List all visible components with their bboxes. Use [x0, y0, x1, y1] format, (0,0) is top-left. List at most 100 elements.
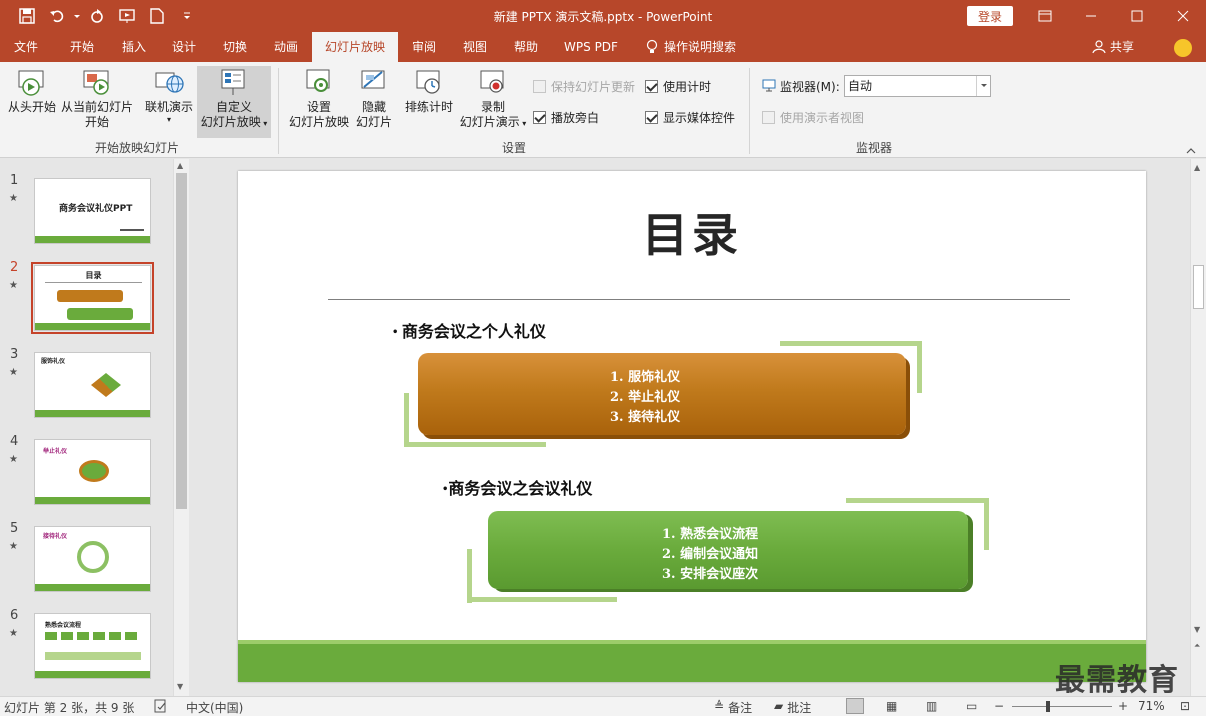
- previous-slide-icon[interactable]: ⏶: [1194, 641, 1200, 651]
- language-status[interactable]: 中文(中国): [186, 699, 243, 716]
- thumbnail-diagram: [77, 541, 109, 573]
- animation-star-icon: ★: [9, 367, 18, 378]
- slide-thumbnail[interactable]: 接待礼仪: [34, 526, 151, 592]
- thumbnail-decoration: [120, 229, 144, 231]
- list-item: 1. 熟悉会议流程: [662, 527, 759, 542]
- zoom-in-icon[interactable]: +: [1118, 699, 1128, 713]
- undo-icon[interactable]: [42, 0, 72, 32]
- title-bar: 新建 PPTX 演示文稿.pptx - PowerPoint 登录: [0, 0, 1206, 32]
- record-slideshow-label-2-wrap: 幻灯片演示 ▾: [456, 115, 530, 131]
- tab-file[interactable]: 文件: [0, 32, 52, 62]
- ribbon-display-options-icon[interactable]: [1022, 0, 1068, 32]
- slide-thumbnail[interactable]: 服饰礼仪: [34, 352, 151, 418]
- slide-thumbnail[interactable]: 举止礼仪: [34, 439, 151, 505]
- hide-slide-button[interactable]: 隐藏 幻灯片: [352, 68, 396, 130]
- tab-transitions[interactable]: 切换: [210, 32, 260, 62]
- save-icon[interactable]: [12, 0, 42, 32]
- section2-panel[interactable]: 1. 熟悉会议流程 2. 编制会议通知 3. 安排会议座次: [488, 511, 968, 589]
- fit-slide-icon[interactable]: ⊡: [1180, 699, 1190, 713]
- notes-icon: ≜: [714, 699, 725, 713]
- scroll-down-icon[interactable]: ▼: [1194, 625, 1200, 634]
- zoom-slider[interactable]: [1012, 701, 1112, 712]
- from-beginning-button[interactable]: 从头开始: [4, 68, 60, 115]
- record-slideshow-label-1: 录制: [480, 100, 505, 114]
- tab-slideshow[interactable]: 幻灯片放映: [312, 32, 398, 62]
- slide-sorter-icon[interactable]: ▦: [886, 699, 897, 713]
- reading-view-icon[interactable]: ▥: [926, 699, 937, 713]
- custom-slideshow-label-1: 自定义: [215, 100, 252, 114]
- custom-slideshow-button[interactable]: 自定义 幻灯片放映 ▾: [197, 66, 271, 138]
- setup-slideshow-label-2: 幻灯片放映: [288, 115, 349, 129]
- section1-list: 1. 服饰礼仪 2. 举止礼仪 3. 接待礼仪: [610, 368, 680, 428]
- record-slideshow-button[interactable]: 录制 幻灯片演示 ▾: [456, 68, 530, 131]
- notes-button[interactable]: ≜ 备注: [714, 699, 752, 716]
- slide-thumbnail[interactable]: 熟悉会议流程: [34, 613, 151, 679]
- scroll-thumb[interactable]: [176, 173, 187, 509]
- presenter-view-box: [762, 111, 775, 124]
- use-timings-label: 使用计时: [663, 80, 712, 94]
- use-timings-checkbox[interactable]: 使用计时: [645, 78, 711, 95]
- tab-animations[interactable]: 动画: [260, 32, 312, 62]
- scroll-up-icon[interactable]: ▲: [1194, 163, 1200, 172]
- list-item: 2. 编制会议通知: [662, 547, 759, 562]
- scroll-down-icon[interactable]: ▼: [177, 682, 183, 691]
- tab-view[interactable]: 视图: [450, 32, 500, 62]
- redo-icon[interactable]: [82, 0, 112, 32]
- rehearse-timings-button[interactable]: 排练计时: [400, 68, 458, 115]
- thumbnail-green-bar: [35, 410, 150, 417]
- slide-thumbnail[interactable]: 目录: [31, 262, 154, 334]
- tab-home[interactable]: 开始: [56, 32, 108, 62]
- from-current-button[interactable]: 从当前幻灯片 开始: [60, 68, 134, 130]
- normal-view-icon[interactable]: [846, 698, 864, 714]
- thumbnail-title: 熟悉会议流程: [45, 622, 82, 629]
- zoom-level[interactable]: 71%: [1138, 699, 1165, 713]
- presenter-view-checkbox[interactable]: 使用演示者视图: [762, 109, 864, 126]
- tab-review[interactable]: 审阅: [398, 32, 450, 62]
- keep-slides-updated-checkbox[interactable]: 保持幻灯片更新: [533, 78, 635, 95]
- tab-design[interactable]: 设计: [158, 32, 210, 62]
- slide-title[interactable]: 目录: [238, 199, 1146, 265]
- spellcheck-icon[interactable]: [154, 699, 168, 716]
- maximize-icon[interactable]: [1114, 0, 1160, 32]
- current-slide[interactable]: 目录 • 商务会议之个人礼仪 1. 服饰礼仪 2. 举止礼仪 3. 接待礼仪 •…: [238, 171, 1146, 682]
- monitor-select[interactable]: 自动: [844, 75, 991, 97]
- customize-toolbar-icon[interactable]: [172, 0, 202, 32]
- lightbulb-icon: [640, 32, 664, 62]
- comments-button[interactable]: ▰ 批注: [774, 699, 811, 716]
- setup-slideshow-button[interactable]: 设置 幻灯片放映: [286, 68, 352, 130]
- hide-slide-icon: [358, 68, 390, 98]
- editor-scrollbar[interactable]: ▲ ▼ ⏶: [1190, 159, 1206, 696]
- tab-help[interactable]: 帮助: [500, 32, 552, 62]
- section1-heading[interactable]: • 商务会议之个人礼仪: [392, 318, 546, 342]
- show-media-controls-checkbox[interactable]: 显示媒体控件: [645, 109, 735, 126]
- scroll-thumb[interactable]: [1193, 265, 1204, 309]
- panel-frame-line: [984, 498, 989, 550]
- thumbnail-diagram: [91, 373, 121, 397]
- slideshow-view-icon[interactable]: ▭: [966, 699, 977, 713]
- tab-wps-pdf[interactable]: WPS PDF: [552, 32, 630, 62]
- feedback-smiley-icon[interactable]: [1174, 39, 1192, 57]
- thumbnail-scrollbar[interactable]: ▲ ▼: [173, 159, 189, 696]
- close-icon[interactable]: [1160, 0, 1206, 32]
- minimize-icon[interactable]: [1068, 0, 1114, 32]
- play-narrations-checkbox[interactable]: 播放旁白: [533, 109, 599, 126]
- new-file-icon[interactable]: [142, 0, 172, 32]
- section1-panel[interactable]: 1. 服饰礼仪 2. 举止礼仪 3. 接待礼仪: [418, 353, 906, 435]
- watermark-text: 最需教育: [1055, 663, 1179, 698]
- section2-heading[interactable]: •商务会议之会议礼仪: [442, 475, 592, 499]
- presentation-from-start-icon[interactable]: [112, 0, 142, 32]
- zoom-slider-thumb[interactable]: [1046, 701, 1050, 712]
- collapse-ribbon-icon[interactable]: [1186, 144, 1196, 158]
- slide-thumbnail[interactable]: 商务会议礼仪PPT: [34, 178, 151, 244]
- online-present-button[interactable]: 联机演示 ▾: [140, 68, 198, 125]
- tell-me-search[interactable]: 操作说明搜索: [664, 32, 754, 62]
- status-bar: 幻灯片 第 2 张，共 9 张 中文(中国) ≜ 备注 ▰ 批注 ▦ ▥ ▭ − +…: [0, 696, 1206, 716]
- undo-dropdown-icon[interactable]: [72, 0, 82, 32]
- group-separator: [278, 68, 279, 154]
- login-button[interactable]: 登录: [967, 6, 1013, 26]
- tab-insert[interactable]: 插入: [108, 32, 160, 62]
- keep-slides-updated-box: [533, 80, 546, 93]
- scroll-up-icon[interactable]: ▲: [177, 161, 183, 170]
- share-button[interactable]: 共享: [1092, 32, 1134, 62]
- zoom-out-icon[interactable]: −: [994, 699, 1004, 713]
